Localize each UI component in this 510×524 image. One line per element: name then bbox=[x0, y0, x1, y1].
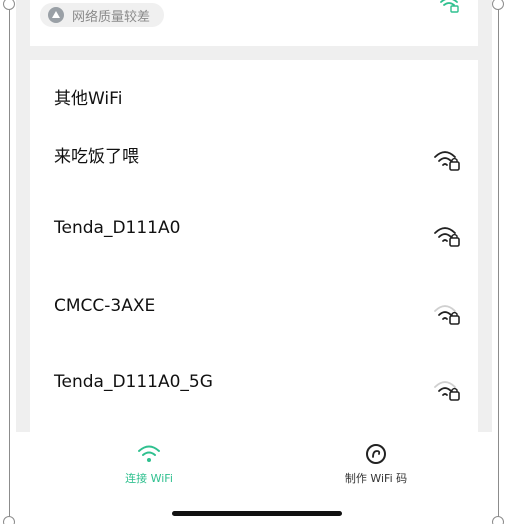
wifi-network-row[interactable]: Tenda_D111A0_5G bbox=[30, 372, 478, 432]
other-wifi-list: 其他WiFi 来吃饭了喂 Tenda_D111A0 CMCC-3AXE Tend… bbox=[30, 60, 478, 440]
frame-right-edge bbox=[498, 0, 499, 524]
qr-code-icon bbox=[366, 444, 386, 464]
wifi-network-row[interactable]: Tenda_D111A0 bbox=[30, 218, 478, 278]
wifi-lock-icon bbox=[434, 381, 460, 401]
tab-make-wifi-code-label: 制作 WiFi 码 bbox=[344, 472, 408, 485]
network-quality-label: 网络质量较差 bbox=[72, 9, 151, 25]
wifi-network-row[interactable]: CMCC-3AXE bbox=[30, 296, 478, 356]
wifi-lock-icon bbox=[434, 305, 460, 325]
network-quality-badge: 网络质量较差 bbox=[40, 3, 165, 27]
wifi-lock-icon bbox=[434, 227, 460, 247]
section-title: 其他WiFi bbox=[54, 89, 123, 109]
frame-left-edge bbox=[9, 0, 10, 524]
resize-handle-bottom-left[interactable] bbox=[3, 516, 15, 524]
resize-handle-top-left[interactable] bbox=[3, 0, 15, 10]
tab-connect-wifi-label: 连接 WiFi bbox=[125, 472, 173, 485]
phone-screen: 网络质量较差 其他WiFi 来吃饭了喂 Tenda_D111A0 CMCC-3A… bbox=[16, 0, 492, 524]
home-indicator[interactable] bbox=[172, 511, 342, 516]
wifi-network-name: Tenda_D111A0 bbox=[54, 218, 181, 238]
wifi-network-name: 来吃饭了喂 bbox=[54, 147, 139, 167]
wifi-icon bbox=[138, 445, 160, 462]
wifi-lock-icon bbox=[440, 0, 459, 13]
wifi-network-row[interactable]: 来吃饭了喂 bbox=[30, 142, 478, 202]
wifi-lock-icon bbox=[434, 151, 460, 171]
tab-make-wifi-code[interactable]: 制作 WiFi 码 bbox=[296, 440, 456, 486]
connected-wifi-card[interactable]: 网络质量较差 bbox=[30, 0, 478, 46]
warning-icon bbox=[48, 7, 64, 23]
resize-handle-top-right[interactable] bbox=[492, 0, 504, 10]
resize-handle-bottom-right[interactable] bbox=[492, 516, 504, 524]
bottom-tab-bar: 连接 WiFi 制作 WiFi 码 bbox=[16, 432, 492, 524]
tab-connect-wifi[interactable]: 连接 WiFi bbox=[69, 440, 229, 486]
wifi-network-name: CMCC-3AXE bbox=[54, 296, 156, 316]
wifi-network-name: Tenda_D111A0_5G bbox=[54, 372, 213, 392]
